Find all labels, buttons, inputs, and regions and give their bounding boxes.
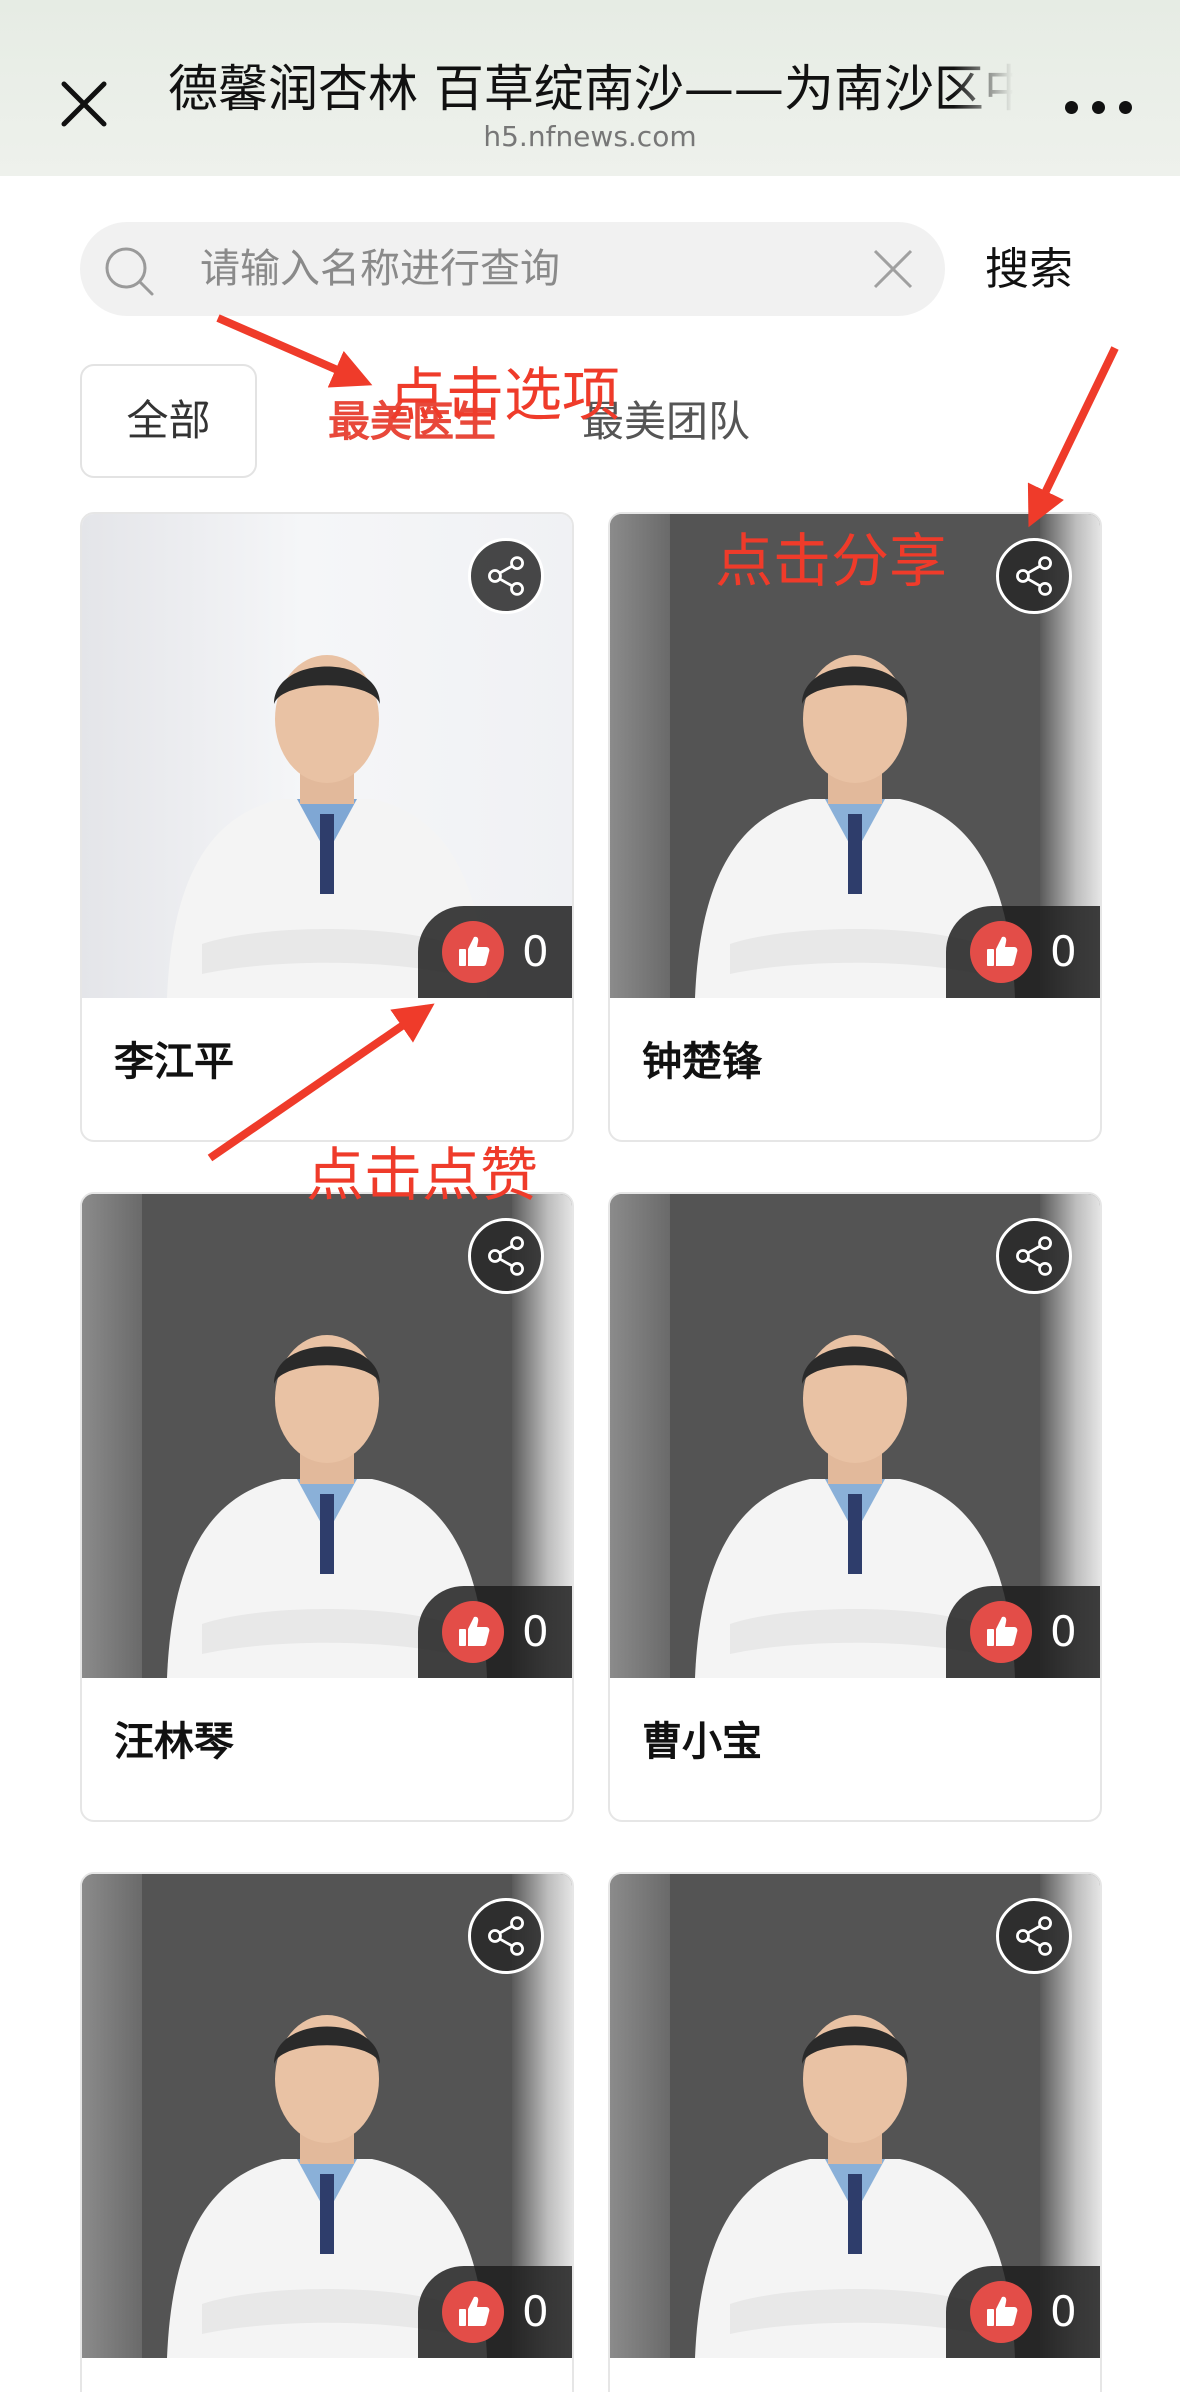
search-input[interactable] bbox=[200, 222, 840, 316]
share-icon[interactable] bbox=[468, 1218, 544, 1294]
like-count: 0 bbox=[522, 1607, 549, 1656]
like-bar: 0 bbox=[418, 2266, 572, 2358]
doctor-card[interactable]: 0 曹小宝 bbox=[608, 1192, 1102, 1822]
thumbs-up-icon[interactable] bbox=[970, 921, 1032, 983]
doctor-card[interactable]: 0 bbox=[80, 1872, 574, 2392]
like-bar: 0 bbox=[418, 906, 572, 998]
share-icon[interactable] bbox=[468, 1898, 544, 1974]
search-icon bbox=[105, 247, 154, 296]
thumbs-up-icon[interactable] bbox=[442, 1601, 504, 1663]
tab-all[interactable]: 全部 bbox=[80, 364, 257, 478]
page-title: 德馨润杏林 百草绽南沙——为南沙区中 bbox=[168, 60, 1013, 118]
annotation-tab-hint: 点击选项 bbox=[388, 361, 621, 429]
annotation-arrow-share bbox=[1027, 346, 1119, 528]
doctor-photo[interactable]: 0 bbox=[610, 1874, 1100, 2358]
like-bar: 0 bbox=[946, 906, 1100, 998]
like-bar: 0 bbox=[946, 1586, 1100, 1678]
thumbs-up-icon[interactable] bbox=[970, 2281, 1032, 2343]
search-bar bbox=[80, 222, 945, 316]
doctor-card[interactable]: 0 bbox=[608, 1872, 1102, 2392]
thumbs-up-icon[interactable] bbox=[442, 921, 504, 983]
doctor-photo[interactable]: 0 bbox=[82, 514, 572, 998]
like-count: 0 bbox=[522, 2287, 549, 2336]
doctor-card[interactable]: 0 汪林琴 bbox=[80, 1192, 574, 1822]
thumbs-up-icon[interactable] bbox=[970, 1601, 1032, 1663]
doctor-name: 李江平 bbox=[114, 1039, 234, 1085]
like-bar: 0 bbox=[418, 1586, 572, 1678]
doctor-photo[interactable]: 0 bbox=[82, 1874, 572, 2358]
doctor-name: 曹小宝 bbox=[642, 1719, 762, 1765]
search-button[interactable]: 搜索 bbox=[985, 232, 1095, 308]
doctor-name: 钟楚锋 bbox=[642, 1039, 762, 1085]
page-domain: h5.nfnews.com bbox=[483, 120, 697, 153]
share-icon[interactable] bbox=[996, 1218, 1072, 1294]
like-count: 0 bbox=[522, 927, 549, 976]
like-bar: 0 bbox=[946, 2266, 1100, 2358]
like-count: 0 bbox=[1050, 2287, 1077, 2336]
thumbs-up-icon[interactable] bbox=[442, 2281, 504, 2343]
annotation-like-hint: 点击点赞 bbox=[306, 1141, 539, 1209]
annotation-share-hint: 点击分享 bbox=[715, 527, 948, 595]
doctor-card[interactable]: 0 李江平 bbox=[80, 512, 574, 1142]
share-icon[interactable] bbox=[996, 1898, 1072, 1974]
doctor-photo[interactable]: 0 bbox=[610, 1194, 1100, 1678]
more-dots-icon[interactable] bbox=[1058, 92, 1138, 122]
doctor-card[interactable]: 0 钟楚锋 bbox=[608, 512, 1102, 1142]
doctor-photo[interactable]: 0 bbox=[82, 1194, 572, 1678]
like-count: 0 bbox=[1050, 927, 1077, 976]
clear-icon[interactable] bbox=[870, 246, 916, 292]
top-bar: 德馨润杏林 百草绽南沙——为南沙区中 h5.nfnews.com bbox=[0, 0, 1180, 176]
share-icon[interactable] bbox=[996, 538, 1072, 614]
doctor-name: 汪林琴 bbox=[114, 1719, 234, 1765]
share-icon[interactable] bbox=[468, 538, 544, 614]
like-count: 0 bbox=[1050, 1607, 1077, 1656]
